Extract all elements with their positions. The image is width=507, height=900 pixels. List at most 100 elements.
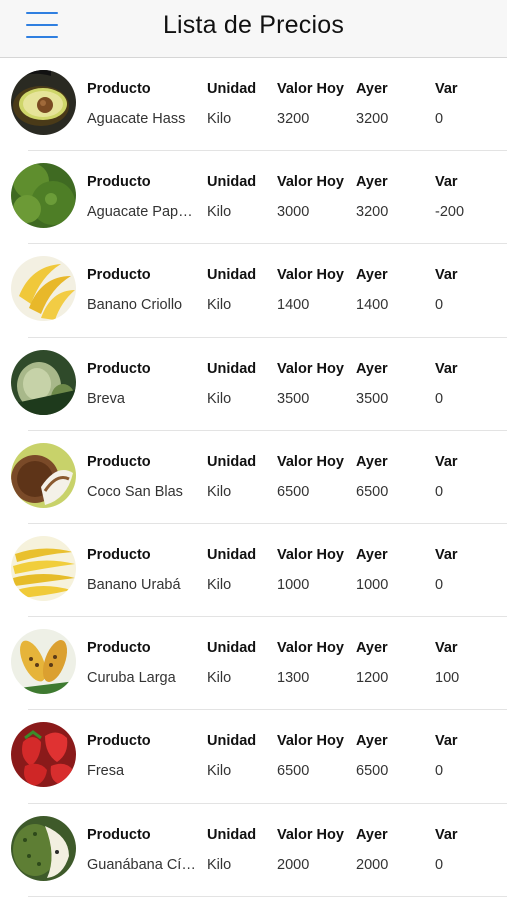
- curuba-image: [11, 629, 76, 695]
- avocado-hass-image: [11, 70, 76, 135]
- var-header: Var: [435, 267, 458, 284]
- page-title: Lista de Precios: [162, 11, 345, 39]
- breva-fig-image: [11, 349, 76, 415]
- producto-value: Aguacate Papelillo: [87, 204, 199, 221]
- valor-hoy-header: Valor Hoy: [277, 453, 344, 470]
- row-divider: [28, 895, 507, 897]
- producto-value: Banano Urabá: [87, 576, 181, 593]
- banana-uraba-image: [11, 535, 76, 601]
- unidad-header: Unidad: [207, 267, 257, 284]
- var-header: Var: [435, 546, 458, 563]
- unidad-value: Kilo: [207, 204, 232, 221]
- valor-hoy-value: 1400: [277, 297, 310, 314]
- valor-hoy-value: 6500: [277, 763, 310, 780]
- var-header: Var: [435, 733, 458, 750]
- valor-hoy-header: Valor Hoy: [277, 360, 344, 377]
- unidad-value: Kilo: [207, 111, 232, 127]
- valor-hoy-header: Valor Hoy: [277, 546, 344, 563]
- unidad-header: Unidad: [207, 81, 257, 97]
- ayer-header: Ayer: [356, 267, 388, 284]
- valor-hoy-value: 3500: [277, 390, 310, 407]
- ayer-value: 3200: [356, 111, 389, 127]
- avocado-green-image: [11, 163, 76, 229]
- unidad-value: Kilo: [207, 856, 232, 873]
- var-value: 0: [435, 297, 444, 314]
- ayer-value: 6500: [356, 483, 389, 500]
- producto-header: Producto: [87, 453, 151, 470]
- unidad-value: Kilo: [207, 390, 232, 407]
- var-header: Var: [435, 826, 458, 843]
- unidad-header: Unidad: [207, 546, 257, 563]
- var-value: 0: [435, 390, 444, 407]
- ayer-header: Ayer: [356, 81, 388, 97]
- list-item[interactable]: Producto Unidad Valor Hoy Ayer Var Guaná…: [0, 804, 507, 897]
- valor-hoy-value: 3000: [277, 204, 310, 221]
- list-item[interactable]: Producto Unidad Valor Hoy Ayer Var Coco …: [0, 431, 507, 524]
- ayer-header: Ayer: [356, 546, 388, 563]
- producto-header: Producto: [87, 267, 151, 284]
- var-value: 0: [435, 111, 444, 127]
- unidad-header: Unidad: [207, 733, 257, 750]
- producto-value: Coco San Blas: [87, 483, 183, 500]
- valor-hoy-header: Valor Hoy: [277, 640, 344, 657]
- banana-criollo-image: [11, 256, 76, 322]
- ayer-value: 3500: [356, 390, 389, 407]
- list-item[interactable]: Producto Unidad Valor Hoy Ayer Var Banan…: [0, 524, 507, 618]
- producto-header: Producto: [87, 546, 151, 563]
- list-item[interactable]: Producto Unidad Valor Hoy Ayer Var Fresa…: [0, 710, 507, 804]
- unidad-value: Kilo: [207, 576, 232, 593]
- ayer-value: 6500: [356, 763, 389, 780]
- var-value: 0: [435, 856, 444, 873]
- valor-hoy-header: Valor Hoy: [277, 267, 344, 284]
- unidad-value: Kilo: [207, 483, 232, 500]
- producto-value: Banano Criollo: [87, 297, 183, 314]
- soursop-image: [11, 815, 76, 881]
- ayer-value: 2000: [356, 856, 389, 873]
- valor-hoy-value: 1300: [277, 670, 310, 687]
- valor-hoy-header: Valor Hoy: [277, 733, 344, 750]
- valor-hoy-header: Valor Hoy: [277, 81, 344, 97]
- ayer-header: Ayer: [356, 826, 388, 843]
- unidad-header: Unidad: [207, 360, 257, 377]
- ayer-value: 3200: [356, 204, 389, 221]
- var-header: Var: [435, 360, 458, 377]
- unidad-header: Unidad: [207, 640, 257, 657]
- list-item[interactable]: Producto Unidad Valor Hoy Ayer Var Breva…: [0, 338, 507, 431]
- producto-value: Curuba Larga: [87, 670, 176, 687]
- producto-header: Producto: [87, 640, 151, 657]
- producto-header: Producto: [87, 174, 151, 191]
- ayer-header: Ayer: [356, 640, 388, 657]
- unidad-header: Unidad: [207, 453, 257, 470]
- unidad-header: Unidad: [207, 826, 257, 843]
- ayer-value: 1400: [356, 297, 389, 314]
- var-value: 0: [435, 763, 444, 780]
- price-list-screen: Lista de Precios Producto Unidad Valor H…: [0, 0, 507, 900]
- unidad-value: Kilo: [207, 670, 232, 687]
- unidad-value: Kilo: [207, 763, 232, 780]
- unidad-header: Unidad: [207, 174, 257, 191]
- strawberry-image: [11, 722, 76, 788]
- coconut-image: [11, 442, 76, 508]
- producto-value: Fresa: [87, 763, 125, 780]
- ayer-value: 1200: [356, 670, 389, 687]
- producto-header: Producto: [87, 360, 151, 377]
- producto-header: Producto: [87, 81, 151, 97]
- valor-hoy-header: Valor Hoy: [277, 826, 344, 843]
- ayer-value: 1000: [356, 576, 389, 593]
- var-header: Var: [435, 174, 458, 191]
- list-item[interactable]: Producto Unidad Valor Hoy Ayer Var Banan…: [0, 244, 507, 338]
- unidad-value: Kilo: [207, 297, 232, 314]
- var-header: Var: [435, 81, 458, 97]
- producto-header: Producto: [87, 733, 151, 750]
- list-item[interactable]: Producto Unidad Valor Hoy Ayer Var Aguac…: [0, 58, 507, 152]
- var-value: 100: [435, 670, 460, 687]
- valor-hoy-value: 6500: [277, 483, 310, 500]
- producto-value: Breva: [87, 390, 125, 407]
- list-item[interactable]: Producto Unidad Valor Hoy Ayer Var Aguac…: [0, 151, 507, 245]
- producto-header: Producto: [87, 826, 151, 843]
- var-value: -200: [435, 204, 465, 221]
- var-header: Var: [435, 640, 458, 657]
- list-item[interactable]: Producto Unidad Valor Hoy Ayer Var Curub…: [0, 617, 507, 711]
- valor-hoy-header: Valor Hoy: [277, 174, 344, 191]
- ayer-header: Ayer: [356, 453, 388, 470]
